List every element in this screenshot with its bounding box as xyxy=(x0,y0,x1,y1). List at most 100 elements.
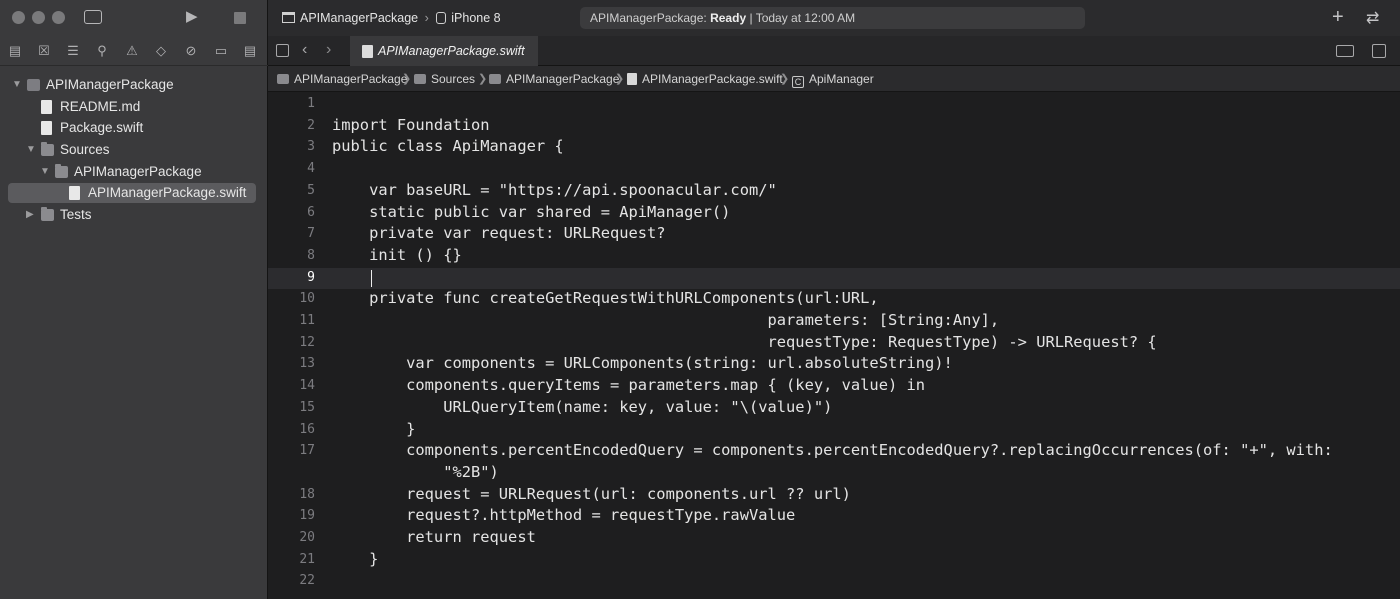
tree-item-label: Package.swift xyxy=(60,120,144,136)
tree-item-label: APIManagerPackage xyxy=(46,77,174,92)
code-line[interactable]: request?.httpMethod = requestType.rawVal… xyxy=(332,506,795,524)
line-number: 1 xyxy=(307,96,315,111)
text-caret xyxy=(371,270,372,287)
line-number-gutter: 1 2 3 4 5 6 7 8 9 10 11 12 13 14 15 16 17 18 19 20 21 22 xyxy=(268,92,320,599)
editor-tab-bar: ‹ › APIManagerPackage.swift xyxy=(268,36,1400,66)
line-number: 6 xyxy=(307,204,315,220)
swap-editor-icon[interactable]: ⇄ xyxy=(1366,8,1379,28)
activity-status-bar: APIManagerPackage: Ready | Today at 12:0… xyxy=(580,7,1085,29)
line-number: 16 xyxy=(299,421,315,437)
line-number: 21 xyxy=(299,551,315,567)
folder-icon xyxy=(55,163,68,178)
tree-item-package-swift[interactable]: Package.swift xyxy=(0,117,268,139)
find-navigator-icon[interactable]: ⚲ xyxy=(94,43,110,59)
folder-icon xyxy=(41,207,54,222)
tab-apimanagerpackage-swift[interactable]: APIManagerPackage.swift xyxy=(350,36,538,66)
minimize-window-button[interactable] xyxy=(32,11,45,24)
status-state: Ready xyxy=(710,11,747,25)
grid-icon[interactable] xyxy=(276,44,289,57)
report-navigator-icon[interactable]: ▤ xyxy=(242,43,258,59)
jump-bar-breadcrumb: APIManagerPackage ❯ Sources ❯ APIManager… xyxy=(268,66,1400,92)
chevron-right-icon[interactable]: ▶ xyxy=(26,204,34,226)
code-line[interactable]: "%2B") xyxy=(332,463,499,481)
scheme-selector[interactable]: APIManagerPackage › iPhone 8 xyxy=(282,8,501,28)
sidebar-toggle-icon[interactable] xyxy=(84,10,102,24)
code-line[interactable]: var baseURL = "https://api.spoonacular.c… xyxy=(332,181,777,199)
tree-item-package[interactable]: ▼ APIManagerPackage xyxy=(0,74,268,96)
breadcrumb-file[interactable]: APIManagerPackage.swift xyxy=(627,66,783,92)
add-library-icon[interactable]: + xyxy=(1332,6,1344,29)
source-control-icon[interactable]: ☒ xyxy=(36,43,52,59)
symbol-navigator-icon[interactable]: ☰ xyxy=(65,43,81,59)
code-line[interactable]: } xyxy=(332,420,415,438)
tree-item-label: Sources xyxy=(60,142,110,158)
stop-icon[interactable] xyxy=(234,12,246,24)
breadcrumb-label: APIManagerPackage.swift xyxy=(642,72,783,86)
building-columns-icon xyxy=(282,12,295,23)
source-editor[interactable]: 1 2 3 4 5 6 7 8 9 10 11 12 13 14 15 16 17 18 19 20 21 22 impo… xyxy=(268,92,1400,599)
swift-file-icon xyxy=(362,45,373,58)
forward-chevron-icon[interactable]: › xyxy=(326,41,331,59)
package-icon xyxy=(27,79,40,91)
code-line[interactable]: components.percentEncodedQuery = compone… xyxy=(332,441,1333,459)
folder-icon xyxy=(489,74,501,84)
breadcrumb-label: Sources xyxy=(431,72,476,86)
code-line[interactable]: public class ApiManager { xyxy=(332,137,564,155)
line-number: 17 xyxy=(299,443,315,459)
tree-item-main-swift-file[interactable]: APIManagerPackage.swift xyxy=(0,182,268,204)
line-number: 10 xyxy=(299,291,315,307)
run-play-icon[interactable]: ▶ xyxy=(186,9,198,25)
split-editor-icon[interactable] xyxy=(1372,44,1386,58)
issue-navigator-icon[interactable]: ⚠ xyxy=(124,43,140,59)
code-line[interactable]: var components = URLComponents(string: u… xyxy=(332,354,953,372)
code-line[interactable]: URLQueryItem(name: key, value: "\(value)… xyxy=(332,398,832,416)
breakpoint-navigator-icon[interactable]: ▭ xyxy=(213,43,229,59)
project-navigator-sidebar: ▶ ▤ ☒ ☰ ⚲ ⚠ ◇ ⊘ ▭ ▤ ▼ APIManagerPackage … xyxy=(0,0,268,599)
tree-item-readme[interactable]: README.md xyxy=(0,96,268,118)
chevron-right-icon: ❯ xyxy=(478,73,488,85)
chevron-down-icon[interactable]: ▼ xyxy=(40,161,50,183)
line-number: 5 xyxy=(307,182,315,198)
document-icon xyxy=(41,99,52,114)
close-window-button[interactable] xyxy=(12,11,25,24)
breadcrumb-package[interactable]: APIManagerPackage xyxy=(277,66,407,92)
breadcrumb-label: APIManagerPackage xyxy=(506,72,620,86)
code-line[interactable]: private var request: URLRequest? xyxy=(332,224,666,242)
line-number: 7 xyxy=(307,226,315,242)
tree-item-sources[interactable]: ▼ Sources xyxy=(0,139,268,161)
swift-file-icon xyxy=(69,186,80,201)
scheme-name[interactable]: APIManagerPackage xyxy=(300,11,418,25)
breadcrumb-class[interactable]: C ApiManager xyxy=(792,66,874,92)
test-navigator-icon[interactable]: ◇ xyxy=(153,43,169,59)
code-line[interactable]: parameters: [String:Any], xyxy=(332,311,999,329)
chevron-right-icon: ❯ xyxy=(780,73,790,85)
code-line[interactable]: static public var shared = ApiManager() xyxy=(332,203,730,221)
code-line[interactable]: requestType: RequestType) -> URLRequest?… xyxy=(332,333,1156,351)
code-line[interactable]: return request xyxy=(332,528,536,546)
swift-file-icon xyxy=(627,73,637,85)
debug-navigator-icon[interactable]: ⊘ xyxy=(183,43,199,59)
breadcrumb-target-folder[interactable]: APIManagerPackage xyxy=(489,66,619,92)
destination-name[interactable]: iPhone 8 xyxy=(451,11,500,25)
tree-item-label: Tests xyxy=(60,207,92,223)
chevron-down-icon[interactable]: ▼ xyxy=(26,139,36,161)
breadcrumb-sources[interactable]: Sources xyxy=(414,66,475,92)
code-line[interactable]: import Foundation xyxy=(332,116,490,134)
code-line[interactable]: init () {} xyxy=(332,246,462,264)
code-line[interactable]: private func createGetRequestWithURLComp… xyxy=(332,289,879,307)
device-icon xyxy=(436,12,447,24)
code-line[interactable]: request = URLRequest(url: components.url… xyxy=(332,485,851,503)
back-chevron-icon[interactable]: ‹ xyxy=(302,41,307,59)
editor-options-icon[interactable] xyxy=(1336,45,1354,57)
chevron-down-icon[interactable]: ▼ xyxy=(12,74,22,96)
line-number: 14 xyxy=(299,378,315,394)
tree-item-target-folder[interactable]: ▼ APIManagerPackage xyxy=(0,161,268,183)
line-number: 20 xyxy=(299,530,315,545)
code-line[interactable]: } xyxy=(332,550,378,568)
zoom-window-button[interactable] xyxy=(52,11,65,24)
folder-navigator-icon[interactable]: ▤ xyxy=(7,43,23,59)
line-number: 22 xyxy=(299,573,315,589)
window-toolbar-left: ▶ xyxy=(0,0,268,36)
code-line[interactable]: components.queryItems = parameters.map {… xyxy=(332,376,925,394)
tree-item-tests[interactable]: ▶ Tests xyxy=(0,204,268,226)
